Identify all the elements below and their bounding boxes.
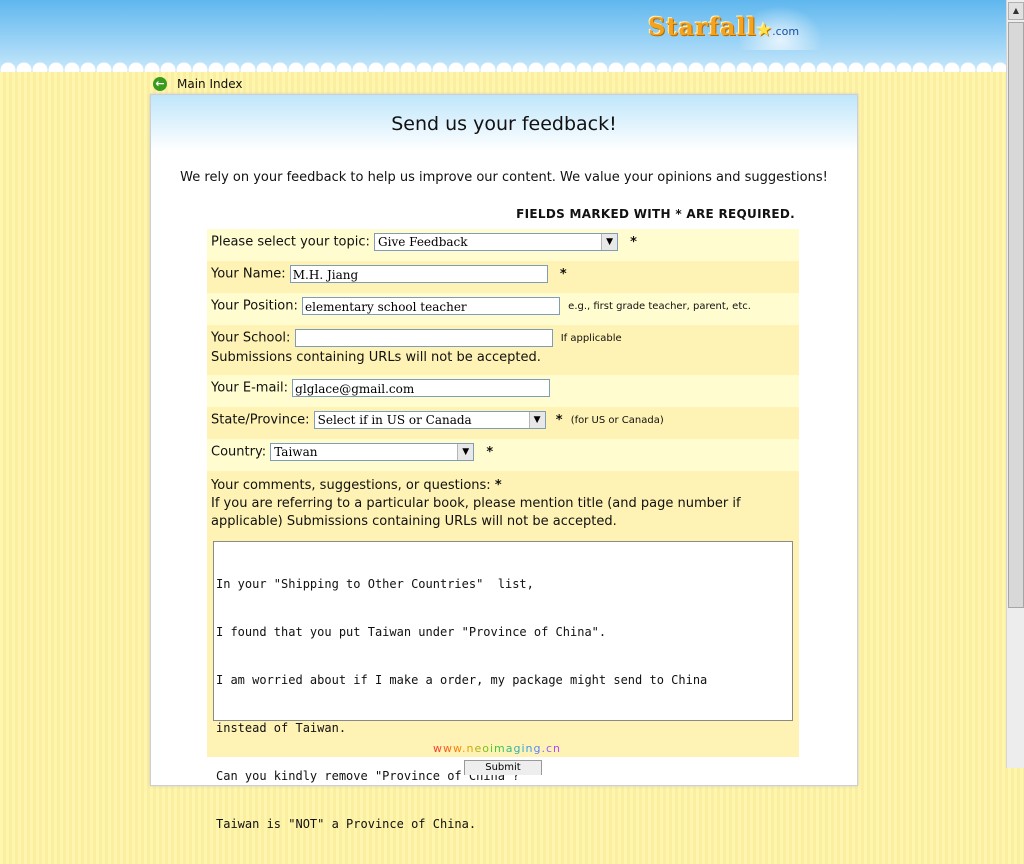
required-asterisk: * [494, 478, 502, 493]
state-select-value: Select if in US or Canada [317, 413, 472, 427]
feedback-form: Please select your topic: Give Feedback … [207, 229, 799, 831]
dropdown-arrow-icon[interactable]: ▼ [457, 444, 474, 460]
header-banner: Starfall★.com [0, 0, 1006, 72]
state-select[interactable]: Select if in US or Canada ▼ [313, 411, 546, 429]
dropdown-arrow-icon[interactable]: ▼ [528, 412, 545, 428]
comments-label-line: Your comments, suggestions, or questions… [211, 477, 795, 495]
country-select[interactable]: Taiwan ▼ [270, 443, 475, 461]
comments-row: Your comments, suggestions, or questions… [207, 471, 799, 831]
state-label: State/Province: [211, 412, 310, 428]
main-index-label[interactable]: Main Index [177, 77, 243, 91]
textarea-line: Taiwan is "NOT" a Province of China. [216, 817, 477, 831]
scrollbar-thumb[interactable] [1008, 22, 1024, 608]
required-asterisk: * [486, 444, 494, 460]
comments-note: If you are referring to a particular boo… [211, 496, 741, 529]
country-row: Country: Taiwan ▼ * [207, 439, 799, 471]
star-icon: ★ [756, 20, 773, 39]
page-title: Send us your feedback! [391, 113, 617, 135]
position-hint: e.g., first grade teacher, parent, etc. [568, 300, 751, 312]
topic-select-value: Give Feedback [378, 235, 468, 249]
watermark-text: www.neoimaging.cn [433, 742, 561, 755]
comments-textarea[interactable]: In your "Shipping to Other Countries" li… [213, 541, 793, 831]
textarea-line: instead of Taiwan. [216, 721, 347, 735]
school-row: Your School: If applicable Submissions c… [207, 325, 799, 375]
required-note: FIELDS MARKED WITH * ARE REQUIRED. [516, 207, 795, 221]
required-asterisk: * [559, 266, 567, 282]
state-hint: (for US or Canada) [570, 414, 664, 426]
topic-row: Please select your topic: Give Feedback … [207, 229, 799, 261]
school-label: Your School: [211, 330, 291, 346]
main-index-link[interactable]: ← Main Index [153, 76, 243, 92]
topic-label: Please select your topic: [211, 234, 370, 250]
back-arrow-icon[interactable]: ← [153, 77, 167, 91]
textarea-line: I found that you put Taiwan under "Provi… [216, 625, 607, 639]
textarea-line: I am worried about if I make a order, my… [216, 673, 708, 687]
dropdown-arrow-icon[interactable]: ▼ [601, 234, 618, 250]
position-label: Your Position: [211, 298, 298, 314]
country-select-value: Taiwan [274, 445, 318, 459]
comments-label: Your comments, suggestions, or questions… [211, 478, 491, 493]
email-row: Your E-mail: glglace@gmail.com [207, 375, 799, 407]
required-asterisk: * [630, 234, 637, 250]
position-row: Your Position: elementary school teacher… [207, 293, 799, 325]
position-input[interactable]: elementary school teacher [302, 297, 561, 315]
textarea-line: In your "Shipping to Other Countries" li… [216, 577, 534, 591]
scroll-up-arrow-icon[interactable]: ▲ [1008, 2, 1024, 20]
feedback-panel: Send us your feedback! We rely on your f… [150, 94, 858, 831]
school-input[interactable] [294, 329, 553, 347]
country-label: Country: [211, 444, 267, 460]
school-hint: If applicable [560, 332, 622, 344]
required-asterisk: * [555, 412, 563, 428]
starfall-logo[interactable]: Starfall★.com [648, 12, 799, 41]
state-row: State/Province: Select if in US or Canad… [207, 407, 799, 439]
email-label: Your E-mail: [211, 380, 289, 396]
name-label: Your Name: [211, 266, 286, 282]
name-input[interactable]: M.H. Jiang [289, 265, 548, 283]
topic-select[interactable]: Give Feedback ▼ [374, 233, 619, 251]
intro-text: We rely on your feedback to help us impr… [180, 170, 828, 185]
name-row: Your Name: M.H. Jiang * [207, 261, 799, 293]
email-input[interactable]: glglace@gmail.com [292, 379, 551, 397]
cloud-border [0, 62, 1006, 72]
school-note: Submissions containing URLs will not be … [211, 350, 541, 365]
